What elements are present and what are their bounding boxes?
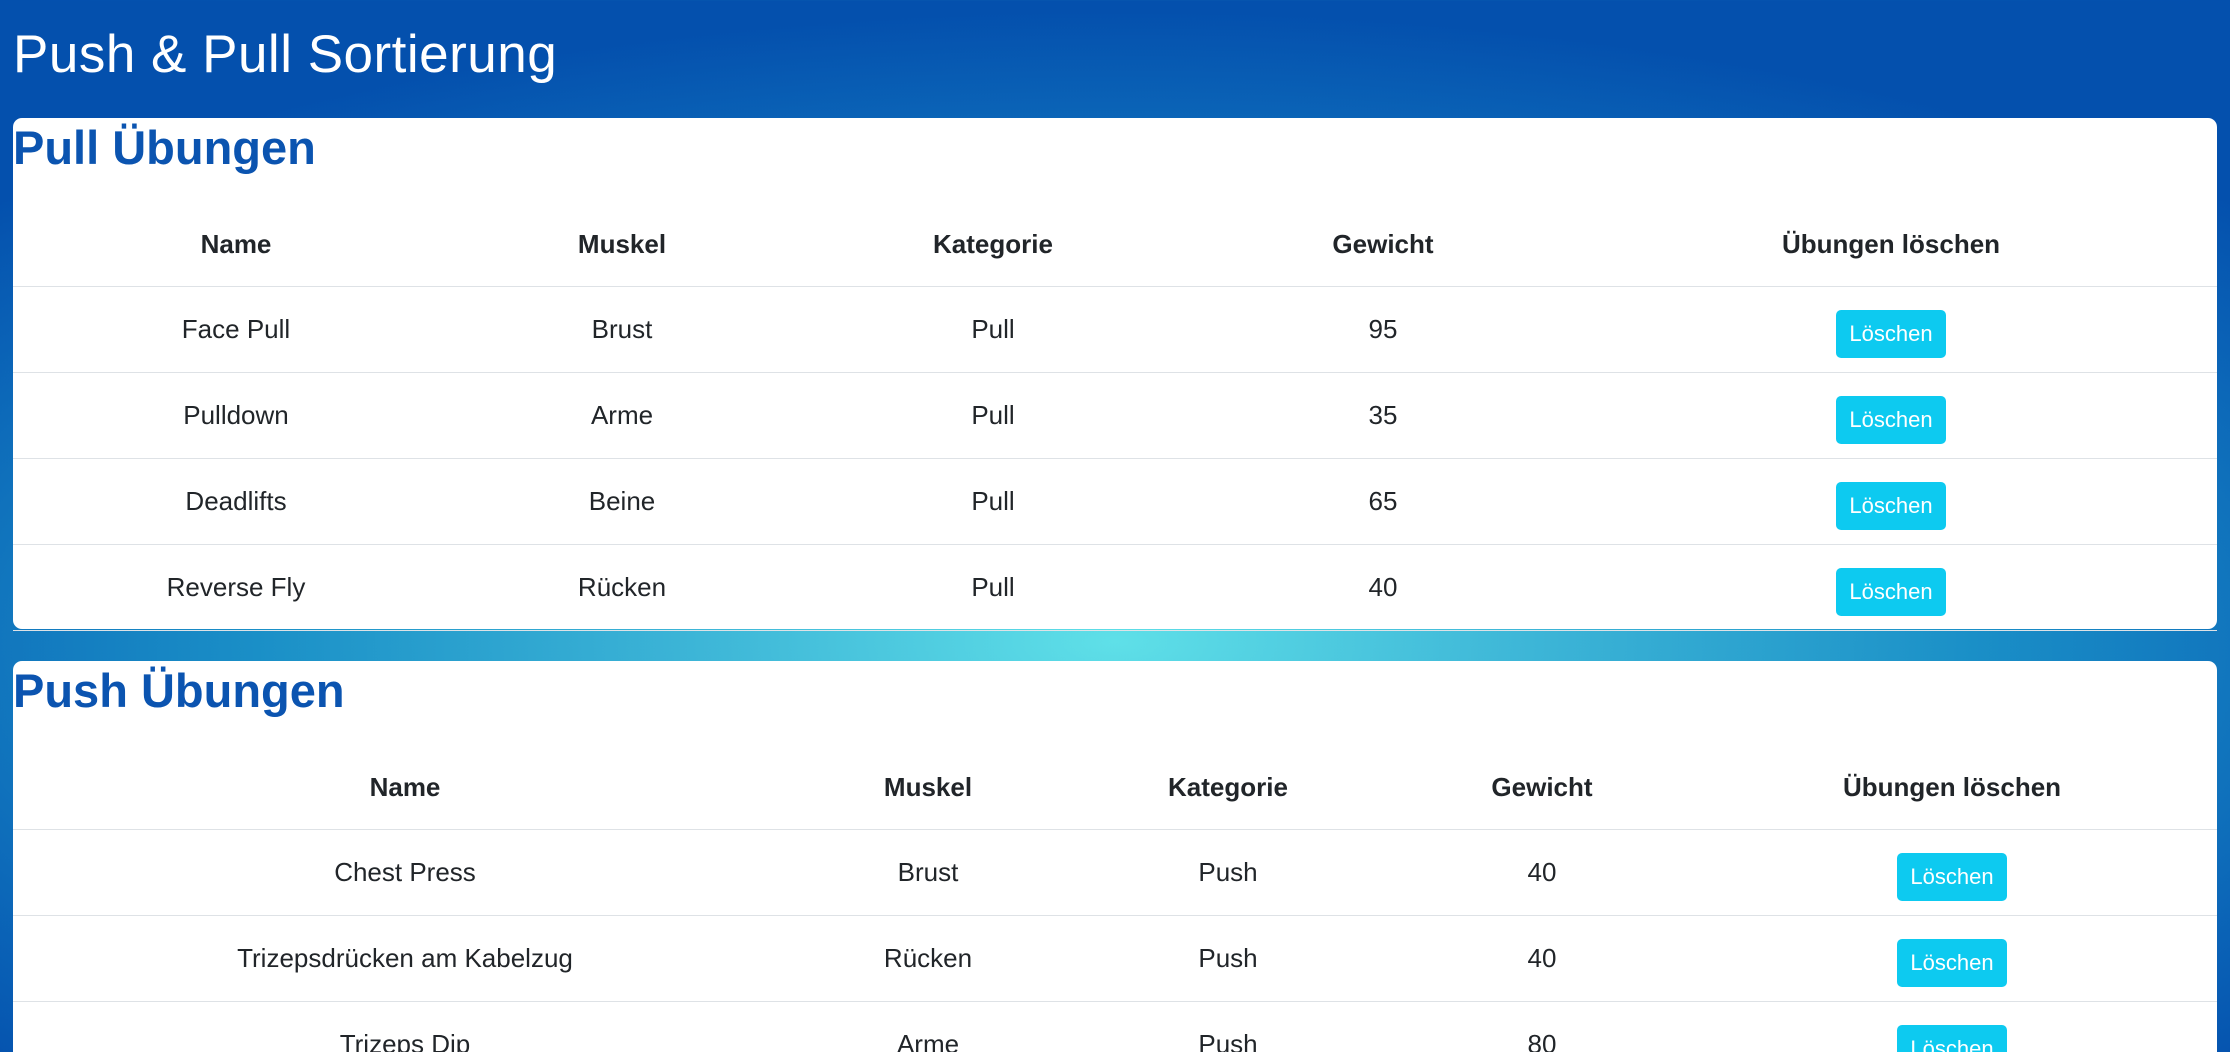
table-row: Chest Press Brust Push 40 Löschen [13,829,2217,916]
push-exercises-table: Name Muskel Kategorie Gewicht Übungen lö… [13,745,2217,1052]
cell-muskel: Rücken [797,915,1059,1002]
cell-gewicht: 65 [1201,458,1565,545]
cell-gewicht: 40 [1397,915,1687,1002]
table-row: Deadlifts Beine Pull 65 Löschen [13,458,2217,545]
table-header-row: Name Muskel Kategorie Gewicht Übungen lö… [13,202,2217,287]
cell-gewicht: 40 [1201,544,1565,631]
column-header-gewicht: Gewicht [1201,202,1565,287]
delete-button[interactable]: Löschen [1897,852,2007,901]
cell-muskel: Beine [459,458,785,545]
cell-action: Löschen [1687,915,2217,1002]
cell-action: Löschen [1687,829,2217,916]
cell-action: Löschen [1565,544,2217,631]
cell-kategorie: Pull [785,544,1201,631]
table-row: Face Pull Brust Pull 95 Löschen [13,286,2217,373]
column-header-muskel: Muskel [797,745,1059,830]
column-header-delete: Übungen löschen [1565,202,2217,287]
cell-name: Chest Press [13,829,797,916]
delete-button[interactable]: Löschen [1836,395,1946,444]
delete-button[interactable]: Löschen [1897,938,2007,987]
cell-name: Trizepsdrücken am Kabelzug [13,915,797,1002]
cell-muskel: Brust [459,286,785,373]
column-header-delete: Übungen löschen [1687,745,2217,830]
cell-action: Löschen [1687,1001,2217,1052]
cell-name: Trizeps Dip [13,1001,797,1052]
column-header-kategorie: Kategorie [1059,745,1397,830]
cell-gewicht: 95 [1201,286,1565,373]
column-header-gewicht: Gewicht [1397,745,1687,830]
table-row: Pulldown Arme Pull 35 Löschen [13,372,2217,459]
table-row: Reverse Fly Rücken Pull 40 Löschen [13,544,2217,631]
cell-action: Löschen [1565,372,2217,459]
table-row: Trizeps Dip Arme Push 80 Löschen [13,1001,2217,1052]
pull-exercises-card: Pull Übungen Name Muskel Kategorie Gewic… [13,118,2217,631]
cell-name: Pulldown [13,372,459,459]
page-title: Push & Pull Sortierung [13,25,558,84]
cell-gewicht: 35 [1201,372,1565,459]
delete-button[interactable]: Löschen [1836,567,1946,616]
cell-kategorie: Pull [785,286,1201,373]
cell-kategorie: Push [1059,1001,1397,1052]
push-exercises-card: Push Übungen Name Muskel Kategorie Gewic… [13,661,2217,1052]
cell-muskel: Arme [797,1001,1059,1052]
pull-section-title: Pull Übungen [13,121,316,174]
cell-action: Löschen [1565,286,2217,373]
cell-gewicht: 40 [1397,829,1687,916]
column-header-kategorie: Kategorie [785,202,1201,287]
cell-kategorie: Pull [785,458,1201,545]
push-section-title: Push Übungen [13,664,345,717]
column-header-muskel: Muskel [459,202,785,287]
column-header-name: Name [13,745,797,830]
table-header-row: Name Muskel Kategorie Gewicht Übungen lö… [13,745,2217,830]
cell-name: Deadlifts [13,458,459,545]
delete-button[interactable]: Löschen [1897,1024,2007,1052]
column-header-name: Name [13,202,459,287]
table-row: Trizepsdrücken am Kabelzug Rücken Push 4… [13,915,2217,1002]
cell-kategorie: Push [1059,829,1397,916]
cell-action: Löschen [1565,458,2217,545]
cell-name: Face Pull [13,286,459,373]
delete-button[interactable]: Löschen [1836,481,1946,530]
cell-muskel: Rücken [459,544,785,631]
cell-gewicht: 80 [1397,1001,1687,1052]
delete-button[interactable]: Löschen [1836,309,1946,358]
pull-exercises-table: Name Muskel Kategorie Gewicht Übungen lö… [13,202,2217,631]
cell-muskel: Arme [459,372,785,459]
cell-kategorie: Pull [785,372,1201,459]
cell-kategorie: Push [1059,915,1397,1002]
cell-name: Reverse Fly [13,544,459,631]
cell-muskel: Brust [797,829,1059,916]
